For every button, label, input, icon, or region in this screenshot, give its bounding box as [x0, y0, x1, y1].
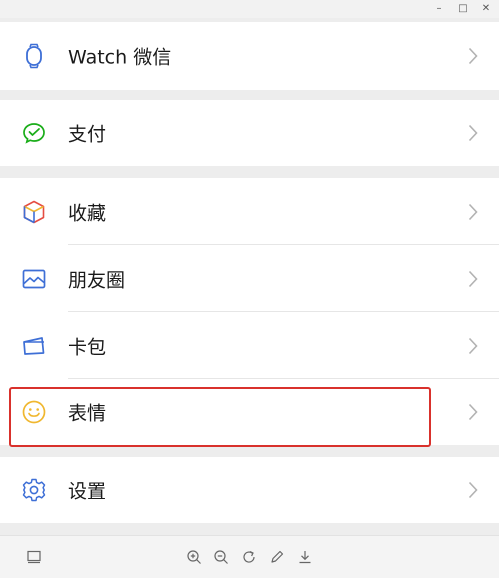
close-button[interactable]: ✕: [479, 2, 493, 16]
menu-item-label: 设置: [68, 480, 107, 503]
group-pay: 支付: [0, 100, 499, 166]
menu-item-cards[interactable]: 卡包: [0, 312, 499, 379]
menu-item-moments[interactable]: 朋友圈: [0, 245, 499, 312]
smiley-icon: [20, 398, 48, 426]
screen-icon[interactable]: [23, 546, 45, 568]
bottom-toolbar: [0, 535, 499, 578]
zoom-in-icon[interactable]: [183, 546, 205, 568]
menu-item-label: Watch 微信: [68, 46, 172, 69]
menu-item-label: 支付: [68, 123, 107, 146]
cube-icon: [20, 198, 48, 226]
download-icon[interactable]: [294, 546, 316, 568]
card-icon: [20, 332, 48, 360]
menu-item-watch[interactable]: Watch 微信: [0, 22, 499, 90]
group-main: 收藏 朋友圈 卡包 表情: [0, 178, 499, 445]
menu-item-label: 收藏: [68, 202, 107, 224]
chevron-right-icon: [467, 269, 479, 289]
chevron-right-icon: [467, 202, 479, 222]
gear-icon: [20, 476, 48, 504]
window-titlebar: – □ ✕: [0, 0, 499, 18]
chevron-right-icon: [467, 336, 479, 356]
chevron-right-icon: [467, 402, 479, 422]
menu-item-label: 卡包: [68, 336, 107, 358]
zoom-out-icon[interactable]: [210, 546, 232, 568]
menu-item-stickers[interactable]: 表情: [0, 379, 499, 445]
chevron-right-icon: [467, 123, 479, 143]
chevron-right-icon: [467, 46, 479, 66]
minimize-button[interactable]: –: [432, 2, 446, 16]
menu-item-label: 表情: [68, 402, 107, 425]
group-settings: 设置: [0, 457, 499, 523]
chevron-right-icon: [467, 480, 479, 500]
rotate-icon[interactable]: [238, 546, 260, 568]
menu-item-label: 朋友圈: [68, 269, 126, 291]
menu-item-settings[interactable]: 设置: [0, 457, 499, 523]
picture-icon: [20, 265, 48, 293]
watch-icon: [20, 42, 48, 70]
menu-item-pay[interactable]: 支付: [0, 100, 499, 166]
group-watch: Watch 微信: [0, 22, 499, 90]
edit-icon[interactable]: [266, 546, 288, 568]
wechat-pay-icon: [20, 119, 48, 147]
maximize-button[interactable]: □: [456, 2, 470, 16]
menu-item-favorites[interactable]: 收藏: [0, 178, 499, 245]
